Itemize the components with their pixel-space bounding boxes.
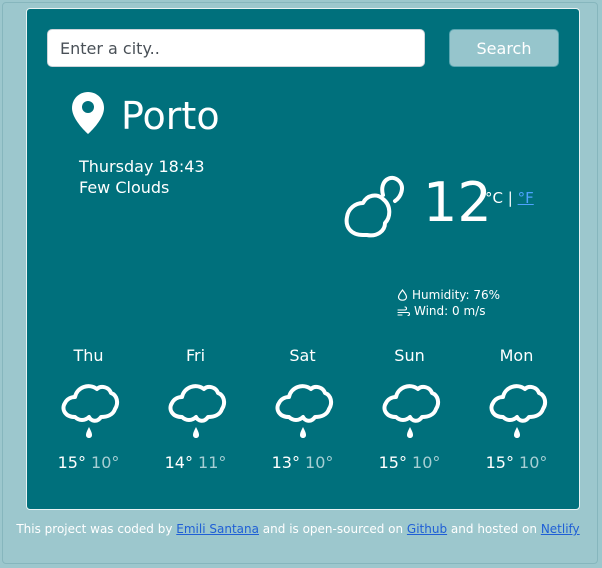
forecast-day-name: Sat xyxy=(289,346,316,365)
unit-separator: | xyxy=(507,189,513,207)
forecast-min-temp: 11° xyxy=(198,453,227,472)
forecast-min-temp: 10° xyxy=(519,453,548,472)
forecast-min-temp: 10° xyxy=(91,453,120,472)
rain-icon xyxy=(167,384,226,438)
forecast-day-name: Sun xyxy=(394,346,425,365)
forecast-day: Thu 15° 10° xyxy=(35,345,142,472)
rain-icon xyxy=(60,384,119,438)
forecast-temps: 14° 11° xyxy=(165,453,227,472)
forecast-day: Sun 15° 10° xyxy=(356,345,463,472)
wind-text: Wind: 0 m/s xyxy=(414,304,486,318)
humidity-row: Humidity: 76% xyxy=(397,288,500,302)
forecast-max-temp: 15° xyxy=(378,453,407,472)
city-name: Porto xyxy=(121,94,220,138)
author-link[interactable]: Emili Santana xyxy=(176,522,259,536)
fahrenheit-link[interactable]: °F xyxy=(518,189,534,207)
rain-icon xyxy=(381,384,440,438)
forecast-max-temp: 13° xyxy=(271,453,300,472)
netlify-link[interactable]: Netlify xyxy=(541,522,580,536)
droplet-icon xyxy=(397,289,408,301)
current-date: Thursday 18:43 xyxy=(79,157,205,176)
current-temperature: 12 xyxy=(423,171,492,234)
forecast-max-temp: 15° xyxy=(485,453,514,472)
forecast-day: Sat 13° 10° xyxy=(249,345,356,472)
celsius-unit: °C xyxy=(485,189,503,207)
rain-icon xyxy=(274,384,333,438)
forecast-min-temp: 10° xyxy=(412,453,441,472)
forecast-temps: 15° 10° xyxy=(58,453,120,472)
humidity-text: Humidity: 76% xyxy=(412,288,501,302)
forecast-day: Fri 14° 11° xyxy=(142,345,249,472)
weather-description: Few Clouds xyxy=(79,178,170,197)
unit-switcher: °C | °F xyxy=(485,189,534,207)
forecast-min-temp: 10° xyxy=(305,453,334,472)
footer-text-hosted: and hosted on xyxy=(450,522,537,536)
forecast-max-temp: 14° xyxy=(164,453,193,472)
github-link[interactable]: Github xyxy=(407,522,447,536)
forecast-max-temp: 15° xyxy=(57,453,86,472)
location-pin-icon xyxy=(71,91,105,139)
rain-icon xyxy=(488,384,547,438)
forecast-temps: 15° 10° xyxy=(379,453,441,472)
footer-text-open-sourced: and is open-sourced on xyxy=(262,522,404,536)
forecast-day-name: Thu xyxy=(73,346,104,365)
city-search-input[interactable] xyxy=(47,29,425,67)
forecast-row: Thu 15° 10° Fri 14° 11° Sat 13° 10° Sun … xyxy=(27,345,581,485)
footer-text-coded-by: This project was coded by xyxy=(16,522,173,536)
forecast-day-name: Fri xyxy=(185,346,206,365)
wind-icon xyxy=(397,305,410,316)
footer: This project was coded by Emili Santana … xyxy=(0,522,596,536)
search-button[interactable]: Search xyxy=(449,29,559,67)
forecast-temps: 15° 10° xyxy=(486,453,548,472)
wind-row: Wind: 0 m/s xyxy=(397,304,485,318)
weather-card: Search Porto Thursday 18:43 Few Clouds 1… xyxy=(26,8,580,510)
forecast-temps: 13° 10° xyxy=(272,453,334,472)
few-clouds-icon xyxy=(339,169,413,249)
forecast-day-name: Mon xyxy=(499,346,534,365)
forecast-day: Mon 15° 10° xyxy=(463,345,570,472)
